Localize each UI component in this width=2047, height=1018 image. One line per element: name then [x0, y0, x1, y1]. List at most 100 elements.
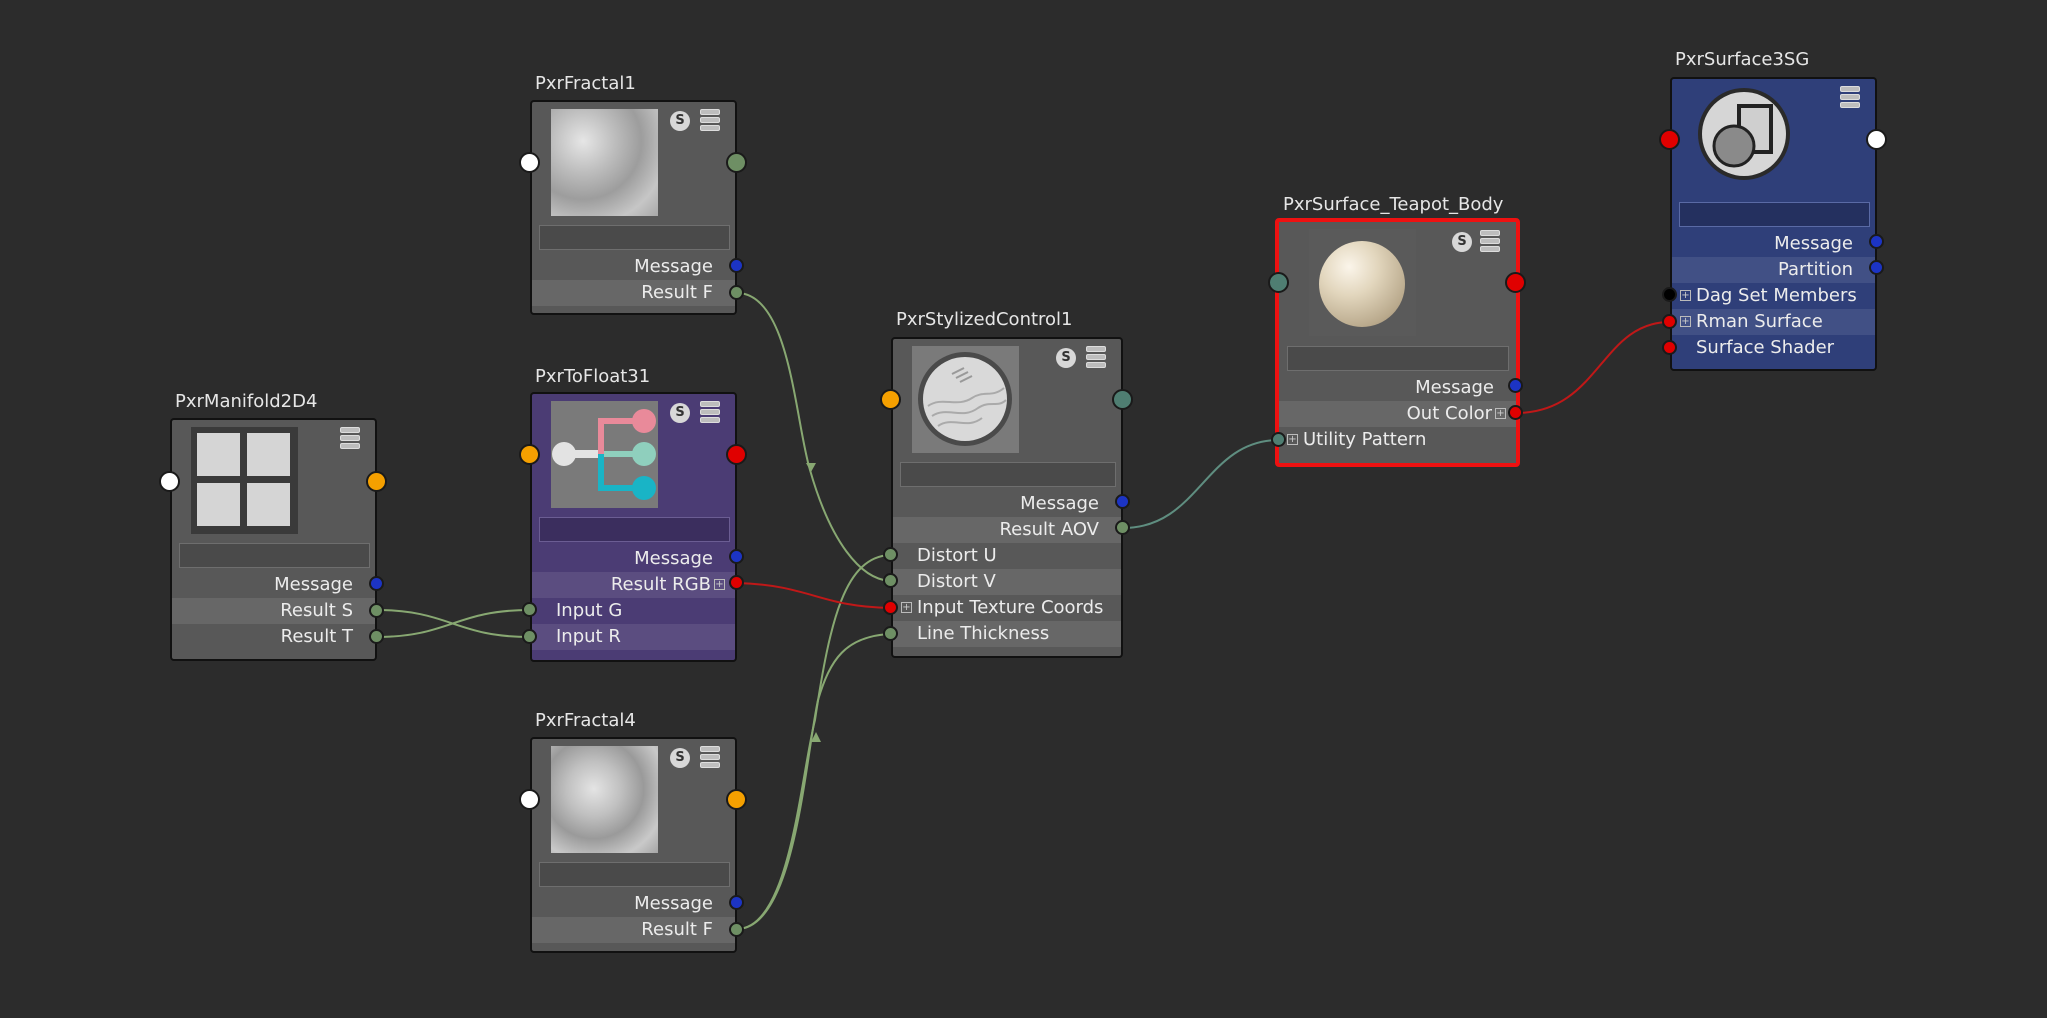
solo-button[interactable]: S: [1056, 348, 1076, 368]
node-name-field[interactable]: [539, 225, 730, 250]
input-port-distort-u[interactable]: [883, 547, 898, 562]
output-port-main[interactable]: [366, 471, 387, 492]
output-row-result-rgb: Result RGB +: [532, 572, 735, 598]
fractal-noise-icon: [551, 746, 658, 853]
node-name-field[interactable]: [539, 862, 730, 887]
input-port-main[interactable]: [1268, 272, 1289, 293]
expand-icon[interactable]: +: [714, 579, 725, 590]
output-port-message[interactable]: [729, 258, 744, 273]
solo-button[interactable]: S: [1452, 232, 1472, 252]
input-port-main[interactable]: [519, 444, 540, 465]
output-port-main[interactable]: [726, 789, 747, 810]
node-name-field[interactable]: [179, 543, 370, 568]
wire-results-to-input-r[interactable]: [375, 609, 531, 638]
wire-resultt-to-input-g[interactable]: [375, 609, 531, 638]
output-port-message[interactable]: [729, 549, 744, 564]
port-label: Partition: [1777, 259, 1853, 280]
output-port-result-f[interactable]: [729, 285, 744, 300]
input-port-main[interactable]: [1659, 129, 1680, 150]
input-row-line-thickness: Line Thickness: [893, 621, 1121, 647]
output-port-main[interactable]: [726, 444, 747, 465]
node-menu-icon[interactable]: [1840, 86, 1860, 108]
port-label: Input G: [556, 600, 623, 621]
node-menu-icon[interactable]: [700, 109, 720, 131]
wire-fractal1-to-distort-v[interactable]: [736, 292, 892, 582]
input-port-main[interactable]: [519, 152, 540, 173]
expand-icon[interactable]: +: [1680, 290, 1691, 301]
node-menu-icon[interactable]: [340, 427, 360, 449]
port-label: Message: [1020, 493, 1099, 514]
input-port-dag-set-members[interactable]: [1662, 287, 1677, 302]
wire-fractal4-to-distort-u[interactable]: [736, 554, 892, 930]
output-port-message[interactable]: [1869, 234, 1884, 249]
node-menu-icon[interactable]: [1086, 346, 1106, 368]
node-menu-icon[interactable]: [700, 746, 720, 768]
output-port-main[interactable]: [726, 152, 747, 173]
input-port-surface-shader[interactable]: [1662, 340, 1677, 355]
port-label: Distort U: [917, 545, 997, 566]
node-title-stylized[interactable]: PxrStylizedControl1: [896, 309, 1073, 330]
input-port-distort-v[interactable]: [883, 573, 898, 588]
node-pxrfractal1[interactable]: S Message Result F: [530, 100, 737, 315]
expand-icon[interactable]: +: [1287, 434, 1298, 445]
node-name-field[interactable]: [539, 517, 730, 542]
output-port-result-s[interactable]: [369, 603, 384, 618]
node-title-tofloat3[interactable]: PxrToFloat31: [535, 366, 650, 387]
node-pxrsurface-teapot-body[interactable]: S Message Out Color + + Utility Pattern: [1275, 218, 1520, 467]
node-name-field[interactable]: [1287, 346, 1509, 371]
output-port-message[interactable]: [729, 895, 744, 910]
output-port-partition[interactable]: [1869, 260, 1884, 275]
wire-fractal4-to-line-thickness[interactable]: [736, 633, 892, 930]
wire-outcolor-to-rman-surface[interactable]: [1515, 321, 1671, 414]
wire-fractal1-arrow: [806, 463, 816, 472]
output-port-out-color[interactable]: [1508, 405, 1523, 420]
node-name-field[interactable]: [1679, 202, 1870, 227]
output-port-main[interactable]: [1112, 389, 1133, 410]
node-title-fractal4[interactable]: PxrFractal4: [535, 710, 636, 731]
expand-icon[interactable]: +: [901, 602, 912, 613]
output-port-result-f[interactable]: [729, 922, 744, 937]
output-port-result-t[interactable]: [369, 629, 384, 644]
input-port-main[interactable]: [880, 389, 901, 410]
node-title-manifold[interactable]: PxrManifold2D4: [175, 391, 317, 412]
solo-button[interactable]: S: [670, 111, 690, 131]
node-pxrfractal4[interactable]: S Message Result F: [530, 737, 737, 953]
input-port-line-thickness[interactable]: [883, 626, 898, 641]
node-menu-icon[interactable]: [1480, 230, 1500, 252]
node-name-field[interactable]: [900, 462, 1116, 487]
solo-button[interactable]: S: [670, 748, 690, 768]
node-pxrtofloat31[interactable]: S Message Result RGB + Input G Input R: [530, 392, 737, 662]
expand-icon[interactable]: +: [1680, 316, 1691, 327]
output-port-result-rgb[interactable]: [729, 575, 744, 590]
output-port-main[interactable]: [1866, 129, 1887, 150]
output-port-message[interactable]: [1508, 378, 1523, 393]
node-title-sg[interactable]: PxrSurface3SG: [1675, 49, 1809, 70]
output-port-result-aov[interactable]: [1115, 520, 1130, 535]
expand-icon[interactable]: +: [1495, 408, 1506, 419]
input-port-utility-pattern[interactable]: [1271, 432, 1286, 447]
input-port-input-texture-coords[interactable]: [883, 600, 898, 615]
input-port-input-r[interactable]: [522, 629, 537, 644]
solo-button[interactable]: S: [670, 403, 690, 423]
input-port-main[interactable]: [519, 789, 540, 810]
node-pxrmanifold2d4[interactable]: Message Result S Result T: [170, 418, 377, 661]
node-title-fractal1[interactable]: PxrFractal1: [535, 73, 636, 94]
wire-resultrgb-to-texture-coords[interactable]: [736, 582, 892, 609]
input-row-utility-pattern: + Utility Pattern: [1279, 427, 1516, 453]
node-menu-icon[interactable]: [700, 401, 720, 423]
node-pxrstylizedcontrol1[interactable]: S Message Result AOV Distort U Distort V…: [891, 337, 1123, 658]
output-port-main[interactable]: [1505, 272, 1526, 293]
node-title-surface[interactable]: PxrSurface_Teapot_Body: [1283, 194, 1503, 215]
port-label: Message: [634, 548, 713, 569]
wire-resultaov-to-utility-pattern[interactable]: [1122, 439, 1280, 529]
output-row-message: Message: [893, 491, 1121, 517]
input-port-input-g[interactable]: [522, 602, 537, 617]
port-label: Result RGB: [610, 574, 711, 595]
input-port-rman-surface[interactable]: [1662, 314, 1677, 329]
output-port-message[interactable]: [369, 576, 384, 591]
output-port-message[interactable]: [1115, 494, 1130, 509]
output-row-partition: Partition: [1672, 257, 1875, 283]
input-port-main[interactable]: [159, 471, 180, 492]
port-label: Result AOV: [999, 519, 1099, 540]
node-pxrsurface3sg[interactable]: Message Partition + Dag Set Members + Rm…: [1670, 77, 1877, 371]
